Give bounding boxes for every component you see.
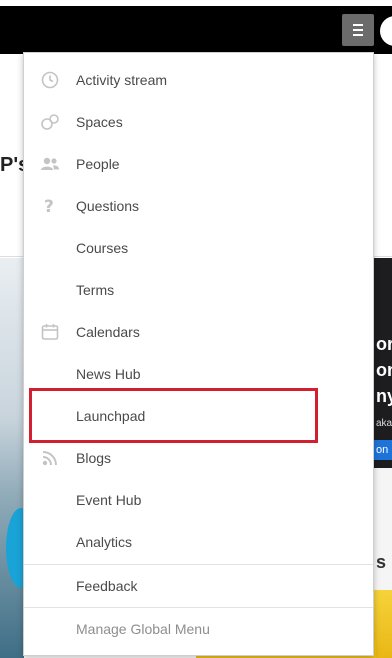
secondary-card-image <box>374 590 392 658</box>
manage-global-menu-label: Manage Global Menu <box>76 621 210 637</box>
top-navigation-bar <box>0 6 392 54</box>
clock-icon <box>40 70 60 90</box>
menu-item-label: People <box>76 156 120 172</box>
menu-item-label: Questions <box>76 198 140 214</box>
news-card-button[interactable]: on <box>374 440 392 460</box>
menu-item-blogs[interactable]: Blogs <box>24 437 373 479</box>
menu-item-feedback[interactable]: Feedback <box>24 565 373 607</box>
news-card-title-line: or <box>376 334 392 354</box>
calendar-icon <box>40 322 60 342</box>
rss-icon <box>40 448 60 468</box>
menu-item-analytics[interactable]: Analytics <box>24 521 373 563</box>
menu-item-activity-stream[interactable]: Activity stream <box>24 59 373 101</box>
menu-item-label: Activity stream <box>76 72 168 88</box>
news-card-title-line: ny <box>376 386 392 406</box>
menu-item-label: Analytics <box>76 534 133 550</box>
menu-item-label: Courses <box>76 240 129 256</box>
svg-text:?: ? <box>44 197 54 215</box>
menu-item-label: Calendars <box>76 324 140 340</box>
manage-global-menu-link[interactable]: Manage Global Menu <box>24 608 373 650</box>
menu-item-terms[interactable]: Terms <box>24 269 373 311</box>
launchpad-highlight-box <box>29 388 318 443</box>
global-menu-dropdown: Activity stream Spaces People ? Question… <box>23 52 374 656</box>
question-icon: ? <box>40 196 60 216</box>
menu-item-people[interactable]: People <box>24 143 373 185</box>
menu-item-spaces[interactable]: Spaces <box>24 101 373 143</box>
hamburger-icon-line <box>353 24 363 26</box>
news-card-title-line: on <box>376 360 392 380</box>
spaces-icon <box>40 112 60 132</box>
menu-item-label: Blogs <box>76 450 112 466</box>
menu-item-label: Event Hub <box>76 492 142 508</box>
background-image <box>0 258 36 658</box>
people-icon <box>40 154 60 174</box>
secondary-card-title: s <box>376 552 387 572</box>
menu-item-event-hub[interactable]: Event Hub <box>24 479 373 521</box>
global-menu-button[interactable] <box>342 14 374 46</box>
news-card-author: aka <box>376 418 392 429</box>
menu-item-questions[interactable]: ? Questions <box>24 185 373 227</box>
menu-item-label: Spaces <box>76 114 123 130</box>
feedback-label: Feedback <box>76 578 138 594</box>
hamburger-icon-line <box>353 34 363 36</box>
menu-item-label: News Hub <box>76 366 141 382</box>
menu-item-calendars[interactable]: Calendars <box>24 311 373 353</box>
menu-item-courses[interactable]: Courses <box>24 227 373 269</box>
hamburger-icon-line <box>353 29 363 31</box>
menu-item-label: Terms <box>76 282 115 298</box>
